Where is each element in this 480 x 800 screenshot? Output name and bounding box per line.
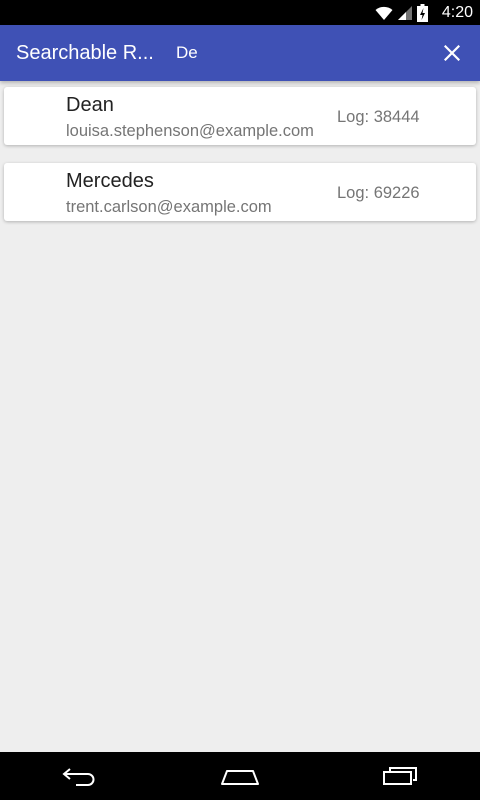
item-name: Dean	[66, 94, 114, 116]
signal-icon	[398, 5, 412, 20]
status-time: 4:20	[441, 4, 473, 21]
item-log: Log: 69226	[337, 184, 420, 202]
app-bar: Searchable R...	[0, 25, 480, 81]
item-log: Log: 38444	[337, 108, 420, 126]
home-button[interactable]	[200, 752, 280, 800]
item-email: louisa.stephenson@example.com	[66, 122, 314, 140]
item-name: Mercedes	[66, 170, 154, 192]
app-title: Searchable R...	[16, 42, 154, 64]
back-button[interactable]	[40, 752, 120, 800]
list-item[interactable]: Dean louisa.stephenson@example.com Log: …	[4, 87, 476, 145]
navigation-bar	[0, 752, 480, 800]
recents-button[interactable]	[360, 752, 440, 800]
home-icon	[221, 770, 259, 785]
status-icons	[375, 3, 428, 22]
status-bar: 4:20	[0, 0, 480, 25]
close-icon	[444, 45, 460, 61]
list-item[interactable]: Mercedes trent.carlson@example.com Log: …	[4, 163, 476, 221]
item-email: trent.carlson@example.com	[66, 198, 272, 216]
battery-charging-icon	[417, 3, 428, 22]
back-icon	[62, 768, 95, 786]
wifi-icon	[375, 6, 393, 20]
close-search-button[interactable]	[438, 39, 466, 67]
search-input[interactable]	[176, 39, 416, 67]
recents-icon	[383, 767, 417, 785]
